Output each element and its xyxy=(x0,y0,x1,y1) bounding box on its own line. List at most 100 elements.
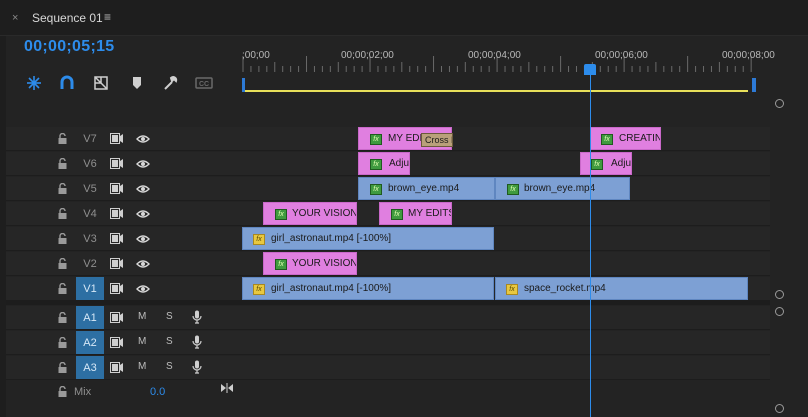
transition-cross-dissolve[interactable]: Cross D xyxy=(421,133,453,147)
work-area-bar[interactable] xyxy=(243,90,748,92)
clip-name: Adju xyxy=(389,158,410,169)
add-marker-icon[interactable] xyxy=(92,74,110,92)
clip-adjustment[interactable]: fx Adju xyxy=(358,152,410,175)
track-label-v7[interactable]: V7 xyxy=(76,127,104,150)
lock-icon[interactable] xyxy=(58,386,67,397)
lock-icon[interactable] xyxy=(58,337,67,348)
eye-icon[interactable] xyxy=(136,184,150,194)
track-label-v3[interactable]: V3 xyxy=(76,227,104,250)
sync-lock-icon[interactable] xyxy=(110,183,124,194)
track-label-v2[interactable]: V2 xyxy=(76,252,104,275)
work-area-out-handle[interactable] xyxy=(752,78,756,92)
lock-icon[interactable] xyxy=(58,233,67,244)
mix-volume-value[interactable]: 0.0 xyxy=(150,386,165,398)
sequence-tab-label[interactable]: Sequence 01 xyxy=(32,11,103,25)
clip-video[interactable]: fx brown_eye.mp4 xyxy=(358,177,495,200)
captions-icon[interactable]: CC xyxy=(195,74,213,92)
sync-lock-icon[interactable] xyxy=(110,337,124,348)
ruler-tick-label: 00;00;04;00 xyxy=(468,50,521,61)
eye-icon[interactable] xyxy=(136,259,150,269)
audio-scroll-top[interactable] xyxy=(775,307,784,316)
track-label-a1[interactable]: A1 xyxy=(76,306,104,329)
eye-icon[interactable] xyxy=(136,134,150,144)
track-label-v6[interactable]: V6 xyxy=(76,152,104,175)
sync-lock-icon[interactable] xyxy=(110,233,124,244)
sync-lock-icon[interactable] xyxy=(110,362,124,373)
mute-button[interactable]: M xyxy=(138,311,146,322)
clip-video[interactable]: fx space_rocket.mp4 xyxy=(495,277,748,300)
lock-icon[interactable] xyxy=(58,258,67,269)
marker-icon[interactable] xyxy=(128,74,146,92)
eye-icon[interactable] xyxy=(136,159,150,169)
clip-adjustment[interactable]: fx Adju xyxy=(580,152,632,175)
sync-lock-icon[interactable] xyxy=(110,208,124,219)
panel-header xyxy=(0,0,808,36)
fx-badge: fx xyxy=(591,159,603,170)
clip-name: girl_astronaut.mp4 [-100%] xyxy=(271,283,392,294)
clip-graphic[interactable]: fx CREATIN xyxy=(590,127,661,150)
microphone-icon[interactable] xyxy=(192,335,202,349)
lock-icon[interactable] xyxy=(58,208,67,219)
work-area-in-handle[interactable] xyxy=(242,78,245,92)
playhead-handle[interactable] xyxy=(584,64,596,75)
eye-icon[interactable] xyxy=(136,284,150,294)
time-ruler[interactable]: ;00;00 00;00;02;00 00;00;04;00 00;00;06;… xyxy=(242,42,775,94)
snap-icon[interactable] xyxy=(25,74,43,92)
mute-button[interactable]: M xyxy=(138,361,146,372)
wrench-icon[interactable] xyxy=(162,74,180,92)
clip-name: space_rocket.mp4 xyxy=(524,283,606,294)
eye-icon[interactable] xyxy=(136,234,150,244)
clip-video[interactable]: fx brown_eye.mp4 xyxy=(495,177,630,200)
close-tab-button[interactable]: × xyxy=(12,12,18,24)
clip-name: girl_astronaut.mp4 [-100%] xyxy=(271,233,392,244)
clip-graphic[interactable]: fx YOUR VISION xyxy=(263,202,357,225)
video-scroll-bottom[interactable] xyxy=(775,290,784,299)
audio-scroll-bottom[interactable] xyxy=(775,404,784,413)
solo-button[interactable]: S xyxy=(166,311,173,322)
clip-name: brown_eye.mp4 xyxy=(388,183,460,194)
microphone-icon[interactable] xyxy=(192,360,202,374)
lock-icon[interactable] xyxy=(58,133,67,144)
clip-graphic[interactable]: fx YOUR VISION xyxy=(263,252,357,275)
microphone-icon[interactable] xyxy=(192,310,202,324)
track-label-v5[interactable]: V5 xyxy=(76,177,104,200)
clip-name: Adju xyxy=(611,158,632,169)
track-label-a3[interactable]: A3 xyxy=(76,356,104,379)
fx-badge: fx xyxy=(370,184,382,195)
panel-menu-icon[interactable]: ≡ xyxy=(104,10,111,24)
clip-graphic[interactable]: fx MY EDITS xyxy=(379,202,452,225)
playhead-timecode[interactable]: 00;00;05;15 xyxy=(24,38,114,56)
track-header-v6: V6 xyxy=(6,152,242,176)
go-to-out-icon[interactable] xyxy=(220,383,234,393)
playhead-line[interactable] xyxy=(590,75,591,417)
clip-name: CREATIN xyxy=(619,133,661,144)
video-audio-divider[interactable] xyxy=(6,301,770,305)
lock-icon[interactable] xyxy=(58,158,67,169)
track-label-v4[interactable]: V4 xyxy=(76,202,104,225)
track-label-a2[interactable]: A2 xyxy=(76,331,104,354)
clip-video[interactable]: fx girl_astronaut.mp4 [-100%] xyxy=(242,277,494,300)
sync-lock-icon[interactable] xyxy=(110,312,124,323)
solo-button[interactable]: S xyxy=(166,336,173,347)
clip-video[interactable]: fx girl_astronaut.mp4 [-100%] xyxy=(242,227,494,250)
sync-lock-icon[interactable] xyxy=(110,158,124,169)
ruler-tick-label: ;00;00 xyxy=(242,50,270,61)
track-label-v1[interactable]: V1 xyxy=(76,277,104,300)
fx-badge: fx xyxy=(601,134,613,145)
sync-lock-icon[interactable] xyxy=(110,133,124,144)
ruler-tick-label: 00;00;08;00 xyxy=(722,50,775,61)
lock-icon[interactable] xyxy=(58,183,67,194)
fx-badge: fx xyxy=(253,284,265,295)
lock-icon[interactable] xyxy=(58,283,67,294)
mute-button[interactable]: M xyxy=(138,336,146,347)
video-scroll-top[interactable] xyxy=(775,99,784,108)
fx-badge: fx xyxy=(253,234,265,245)
solo-button[interactable]: S xyxy=(166,361,173,372)
eye-icon[interactable] xyxy=(136,209,150,219)
sync-lock-icon[interactable] xyxy=(110,258,124,269)
fx-badge: fx xyxy=(391,209,403,220)
lock-icon[interactable] xyxy=(58,312,67,323)
linked-selection-icon[interactable] xyxy=(58,74,76,92)
sync-lock-icon[interactable] xyxy=(110,283,124,294)
lock-icon[interactable] xyxy=(58,362,67,373)
